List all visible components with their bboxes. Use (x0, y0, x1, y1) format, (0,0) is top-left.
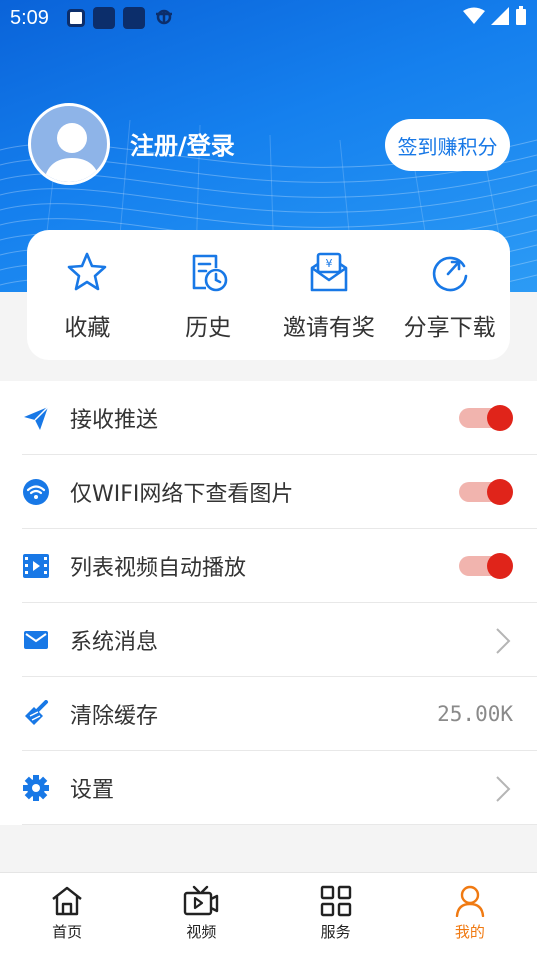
nav-label: 我的 (454, 923, 485, 941)
video-film-icon (22, 552, 50, 580)
nav-label: 服务 (320, 923, 351, 941)
quick-actions-card: 收藏 历史 ¥ 邀请有奖 分享下载 (27, 230, 510, 360)
quick-action-share[interactable]: 分享下载 (389, 230, 510, 360)
setting-label: 列表视频自动播放 (70, 556, 247, 581)
battery-icon (515, 5, 527, 31)
setting-wifi-only-images: 仅WIFI网络下查看图片 (0, 455, 537, 529)
tv-icon (184, 885, 219, 916)
nav-label: 首页 (52, 923, 83, 941)
settings-list: 接收推送 仅WIFI网络下查看图片 列表视频自动播放 系统消息 清除缓存 25.… (0, 381, 537, 825)
quick-action-label: 历史 (185, 315, 232, 341)
setting-clear-cache[interactable]: 清除缓存 25.00K (0, 677, 537, 751)
status-bar: 5:09 (0, 0, 537, 36)
a-icon (66, 9, 85, 27)
mail-icon (22, 626, 50, 654)
nav-mine[interactable]: 我的 (403, 873, 537, 956)
cache-size-value: 25.00K (437, 702, 513, 726)
wifi-images-toggle[interactable] (459, 479, 513, 505)
user-icon (455, 885, 485, 917)
setting-label: 仅WIFI网络下查看图片 (70, 482, 294, 507)
quick-action-favorites[interactable]: 收藏 (27, 230, 148, 360)
invite-envelope-icon: ¥ (310, 252, 348, 292)
square-icon (92, 7, 115, 29)
gear-icon (22, 774, 50, 802)
bug-icon (153, 5, 175, 32)
nav-video[interactable]: 视频 (134, 873, 268, 956)
share-refresh-icon (432, 256, 467, 292)
avatar[interactable] (28, 103, 110, 185)
setting-label: 系统消息 (70, 630, 159, 655)
setting-system-messages[interactable]: 系统消息 (0, 603, 537, 677)
setting-settings[interactable]: 设置 (0, 751, 537, 825)
nav-home[interactable]: 首页 (0, 873, 134, 956)
setting-autoplay-video: 列表视频自动播放 (0, 529, 537, 603)
wifi-icon (463, 7, 485, 30)
nav-label: 视频 (186, 923, 217, 941)
chevron-right-icon (496, 776, 511, 802)
broom-icon (22, 700, 50, 728)
grid-icon (320, 885, 351, 917)
paper-plane-icon (22, 404, 50, 432)
setting-label: 接收推送 (70, 408, 159, 433)
home-icon (52, 886, 82, 916)
status-time: 5:09 (10, 6, 49, 29)
quick-action-history[interactable]: 历史 (148, 230, 269, 360)
quick-action-invite[interactable]: ¥ 邀请有奖 (269, 230, 390, 360)
chevron-right-icon (496, 628, 511, 654)
setting-label: 设置 (70, 778, 115, 803)
signal-icon (491, 6, 509, 30)
quick-action-label: 分享下载 (403, 315, 496, 341)
bottom-nav: 首页 视频 服务 我的 (0, 872, 537, 956)
history-icon (192, 254, 228, 292)
svg-text:¥: ¥ (325, 257, 332, 270)
autoplay-toggle[interactable] (459, 553, 513, 579)
setting-label: 清除缓存 (70, 704, 159, 729)
nav-services[interactable]: 服务 (269, 873, 403, 956)
signin-points-button[interactable]: 签到赚积分 (385, 119, 510, 171)
wifi-icon (22, 478, 50, 506)
quick-action-label: 邀请有奖 (282, 315, 375, 341)
quick-action-label: 收藏 (64, 315, 111, 341)
push-toggle[interactable] (459, 405, 513, 431)
setting-receive-push: 接收推送 (0, 381, 537, 455)
login-link[interactable]: 注册/登录 (130, 126, 235, 161)
square-icon (122, 7, 145, 29)
star-icon (68, 252, 107, 291)
